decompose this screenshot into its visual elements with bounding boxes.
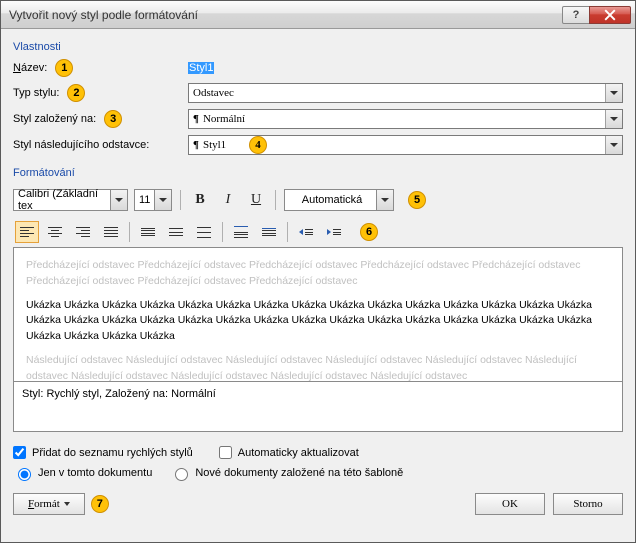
dialog-window: Vytvořit nový styl podle formátování ? V… — [0, 0, 636, 543]
marker-5: 5 — [408, 191, 426, 209]
style-type-label: Typ stylu: — [13, 87, 59, 99]
properties-header: Vlastnosti — [13, 41, 623, 53]
indent-left-icon — [299, 229, 313, 235]
chevron-down-icon — [605, 110, 622, 128]
based-on-label: Styl založený na: — [13, 113, 96, 125]
align-right-icon — [76, 227, 90, 237]
spacing-icon — [141, 228, 155, 237]
marker-2: 2 — [67, 84, 85, 102]
chevron-down-icon — [376, 190, 393, 210]
increase-space-before-button[interactable] — [229, 221, 253, 243]
preview-pane: Předcházející odstavec Předcházející ods… — [13, 247, 623, 382]
line-spacing-2-button[interactable] — [192, 221, 216, 243]
formatting-header: Formátování — [13, 167, 623, 179]
chevron-down-icon — [605, 136, 622, 154]
this-doc-label: Jen v tomto dokumentu — [38, 467, 152, 479]
quick-style-checkbox[interactable] — [13, 446, 26, 459]
sample-text: Ukázka Ukázka Ukázka Ukázka Ukázka Ukázk… — [26, 298, 610, 345]
marker-4: 4 — [249, 136, 267, 154]
align-center-button[interactable] — [43, 221, 67, 243]
font-combo[interactable]: Calibri (Základní tex — [13, 189, 128, 211]
marker-3: 3 — [104, 110, 122, 128]
help-button[interactable]: ? — [562, 6, 590, 24]
pilcrow-icon: ¶ — [193, 113, 199, 125]
name-label: NNázev:ázev: — [13, 62, 47, 74]
para-space-icon — [262, 228, 276, 237]
based-on-combo[interactable]: ¶ Normální — [188, 109, 623, 129]
align-left-icon — [20, 227, 34, 237]
italic-button[interactable]: I — [217, 189, 239, 211]
align-right-button[interactable] — [71, 221, 95, 243]
name-input[interactable]: Styl1 — [188, 62, 623, 74]
titlebar: Vytvořit nový styl podle formátování ? — [1, 1, 635, 29]
para-space-icon — [234, 226, 248, 238]
underline-button[interactable]: U — [245, 189, 267, 211]
following-combo[interactable]: ¶ Styl1 4 — [188, 135, 623, 155]
close-button[interactable] — [589, 6, 631, 24]
following-label: Styl následujícího odstavce: — [13, 139, 149, 151]
align-left-button[interactable] — [15, 221, 39, 243]
font-size-combo[interactable]: 11 — [134, 189, 172, 211]
bold-button[interactable]: B — [189, 189, 211, 211]
ok-button[interactable]: OK — [475, 493, 545, 515]
style-description: Styl: Rychlý styl, Založený na: Normální — [13, 382, 623, 432]
font-color-combo[interactable]: Automatická — [284, 189, 394, 211]
style-type-combo[interactable]: Odstavec — [188, 83, 623, 103]
decrease-space-before-button[interactable] — [257, 221, 281, 243]
increase-indent-button[interactable] — [322, 221, 346, 243]
align-justify-icon — [104, 227, 118, 237]
chevron-down-icon — [154, 190, 171, 210]
cancel-button[interactable]: Storno — [553, 493, 623, 515]
align-center-icon — [48, 227, 62, 237]
next-paragraph: Následující odstavec Následující odstave… — [26, 353, 610, 382]
format-button[interactable]: FFormátormát — [13, 493, 85, 515]
chevron-down-icon — [110, 190, 127, 210]
align-justify-button[interactable] — [99, 221, 123, 243]
chevron-down-icon — [605, 84, 622, 102]
spacing-icon — [169, 228, 183, 236]
pilcrow-icon: ¶ — [193, 139, 199, 151]
template-radio[interactable] — [175, 468, 188, 481]
auto-update-label: Automaticky aktualizovat — [238, 447, 359, 459]
decrease-indent-button[interactable] — [294, 221, 318, 243]
indent-right-icon — [327, 229, 341, 235]
marker-1: 1 — [55, 59, 73, 77]
template-label: Nové dokumenty založené na této šabloně — [195, 467, 403, 479]
marker-6: 6 — [360, 223, 378, 241]
close-icon — [604, 9, 616, 21]
marker-7: 7 — [91, 495, 109, 513]
prev-paragraph: Předcházející odstavec Předcházející ods… — [26, 258, 610, 290]
spacing-icon — [197, 227, 211, 238]
this-doc-radio[interactable] — [18, 468, 31, 481]
auto-update-checkbox[interactable] — [219, 446, 232, 459]
line-spacing-15-button[interactable] — [164, 221, 188, 243]
quick-style-label: Přidat do seznamu rychlých stylů — [32, 447, 193, 459]
window-title: Vytvořit nový styl podle formátování — [9, 8, 563, 22]
line-spacing-1-button[interactable] — [136, 221, 160, 243]
